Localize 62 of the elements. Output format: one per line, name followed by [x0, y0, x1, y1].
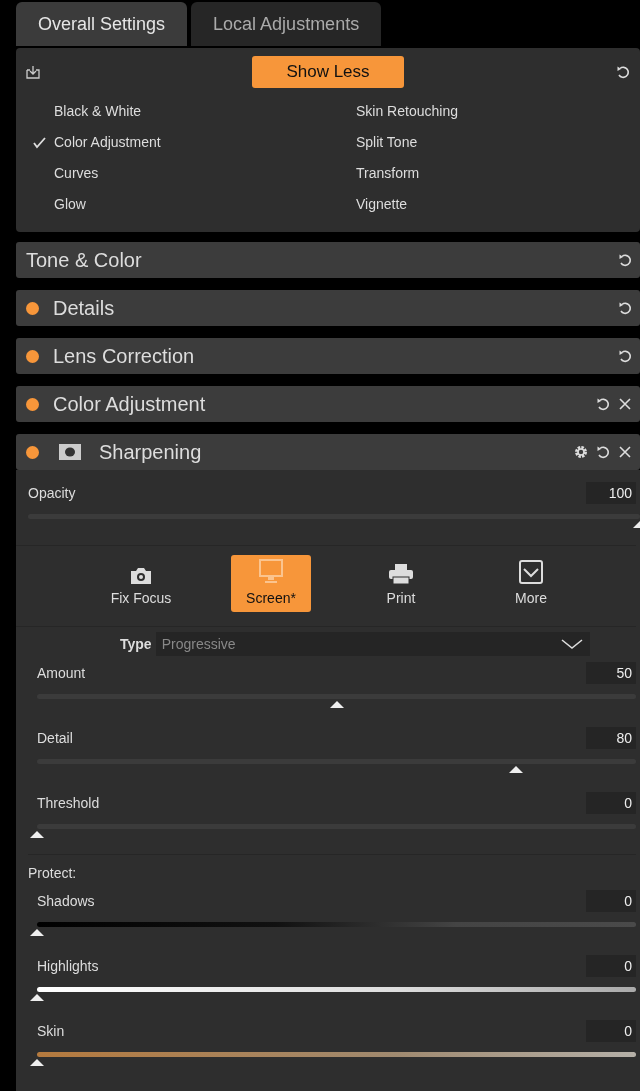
section-title: Details: [53, 296, 115, 321]
reset-icon[interactable]: [596, 397, 610, 411]
preset-button[interactable]: Fix Focus: [101, 555, 181, 612]
section-header[interactable]: Details: [16, 290, 640, 326]
settings-icon[interactable]: [574, 445, 588, 459]
preset-button[interactable]: Print: [361, 555, 441, 612]
tool-item[interactable]: Split Tone: [356, 132, 418, 153]
reset-icon[interactable]: [618, 349, 632, 363]
value-field[interactable]: 0: [586, 792, 636, 814]
slider-thumb[interactable]: [29, 1058, 45, 1066]
section-title: Tone & Color: [26, 248, 142, 273]
section-title: Lens Correction: [53, 344, 195, 369]
tool-item[interactable]: Black & White: [54, 101, 142, 122]
tool-item[interactable]: Vignette: [356, 194, 408, 215]
section-title: Sharpening: [99, 440, 202, 465]
value-field[interactable]: 50: [586, 662, 636, 684]
section-header[interactable]: Tone & Color: [16, 242, 640, 278]
value-field[interactable]: 100: [586, 482, 636, 504]
value-field[interactable]: 0: [586, 1020, 636, 1042]
close-icon[interactable]: [618, 445, 632, 459]
tool-item[interactable]: Glow: [54, 194, 86, 215]
printer-icon: [387, 562, 415, 586]
close-icon[interactable]: [618, 397, 632, 411]
section-header[interactable]: Color Adjustment: [16, 386, 640, 422]
slider-thumb[interactable]: [29, 928, 45, 936]
slider-thumb[interactable]: [29, 830, 45, 838]
monitor-icon: [257, 558, 285, 586]
slider-thumb[interactable]: [29, 993, 45, 1001]
tool-item[interactable]: Transform: [356, 163, 420, 184]
value-field[interactable]: 80: [586, 727, 636, 749]
section-header[interactable]: Lens Correction: [16, 338, 640, 374]
reset-icon[interactable]: [616, 65, 630, 79]
slider-label: Highlights: [37, 956, 99, 976]
value-field[interactable]: 0: [586, 890, 636, 912]
tool-item[interactable]: Skin Retouching: [356, 101, 458, 122]
slider-label: Skin: [37, 1021, 65, 1041]
slider-label: Amount: [37, 663, 86, 683]
section-header[interactable]: Sharpening: [16, 434, 640, 470]
slider-label: Shadows: [37, 891, 95, 911]
tab[interactable]: Local Adjustments: [191, 2, 382, 46]
reset-icon[interactable]: [596, 445, 610, 459]
section-title: Color Adjustment: [53, 392, 206, 417]
chevron-down-icon[interactable]: [560, 638, 584, 650]
slider-label: Opacity: [28, 483, 76, 503]
chevron-box-icon: [517, 558, 545, 586]
tool-item[interactable]: Curves: [54, 163, 99, 184]
reset-icon[interactable]: [618, 301, 632, 315]
mask-icon[interactable]: [59, 444, 81, 460]
section-label: Protect:: [28, 865, 77, 881]
field-label: Type: [120, 634, 152, 654]
type-dropdown[interactable]: Progressive: [155, 632, 590, 656]
value-field[interactable]: 0: [586, 955, 636, 977]
preset-button[interactable]: Screen*: [231, 555, 311, 612]
camera-icon: [129, 566, 153, 586]
tool-item[interactable]: Color Adjustment: [54, 132, 161, 153]
tab[interactable]: Overall Settings: [16, 2, 188, 46]
reset-icon[interactable]: [618, 253, 632, 267]
download-icon[interactable]: [26, 65, 40, 79]
slider-label: Threshold: [37, 793, 100, 813]
show-less-button[interactable]: Show Less: [252, 56, 404, 88]
slider-label: Detail: [37, 728, 73, 748]
preset-button[interactable]: More: [491, 555, 571, 612]
